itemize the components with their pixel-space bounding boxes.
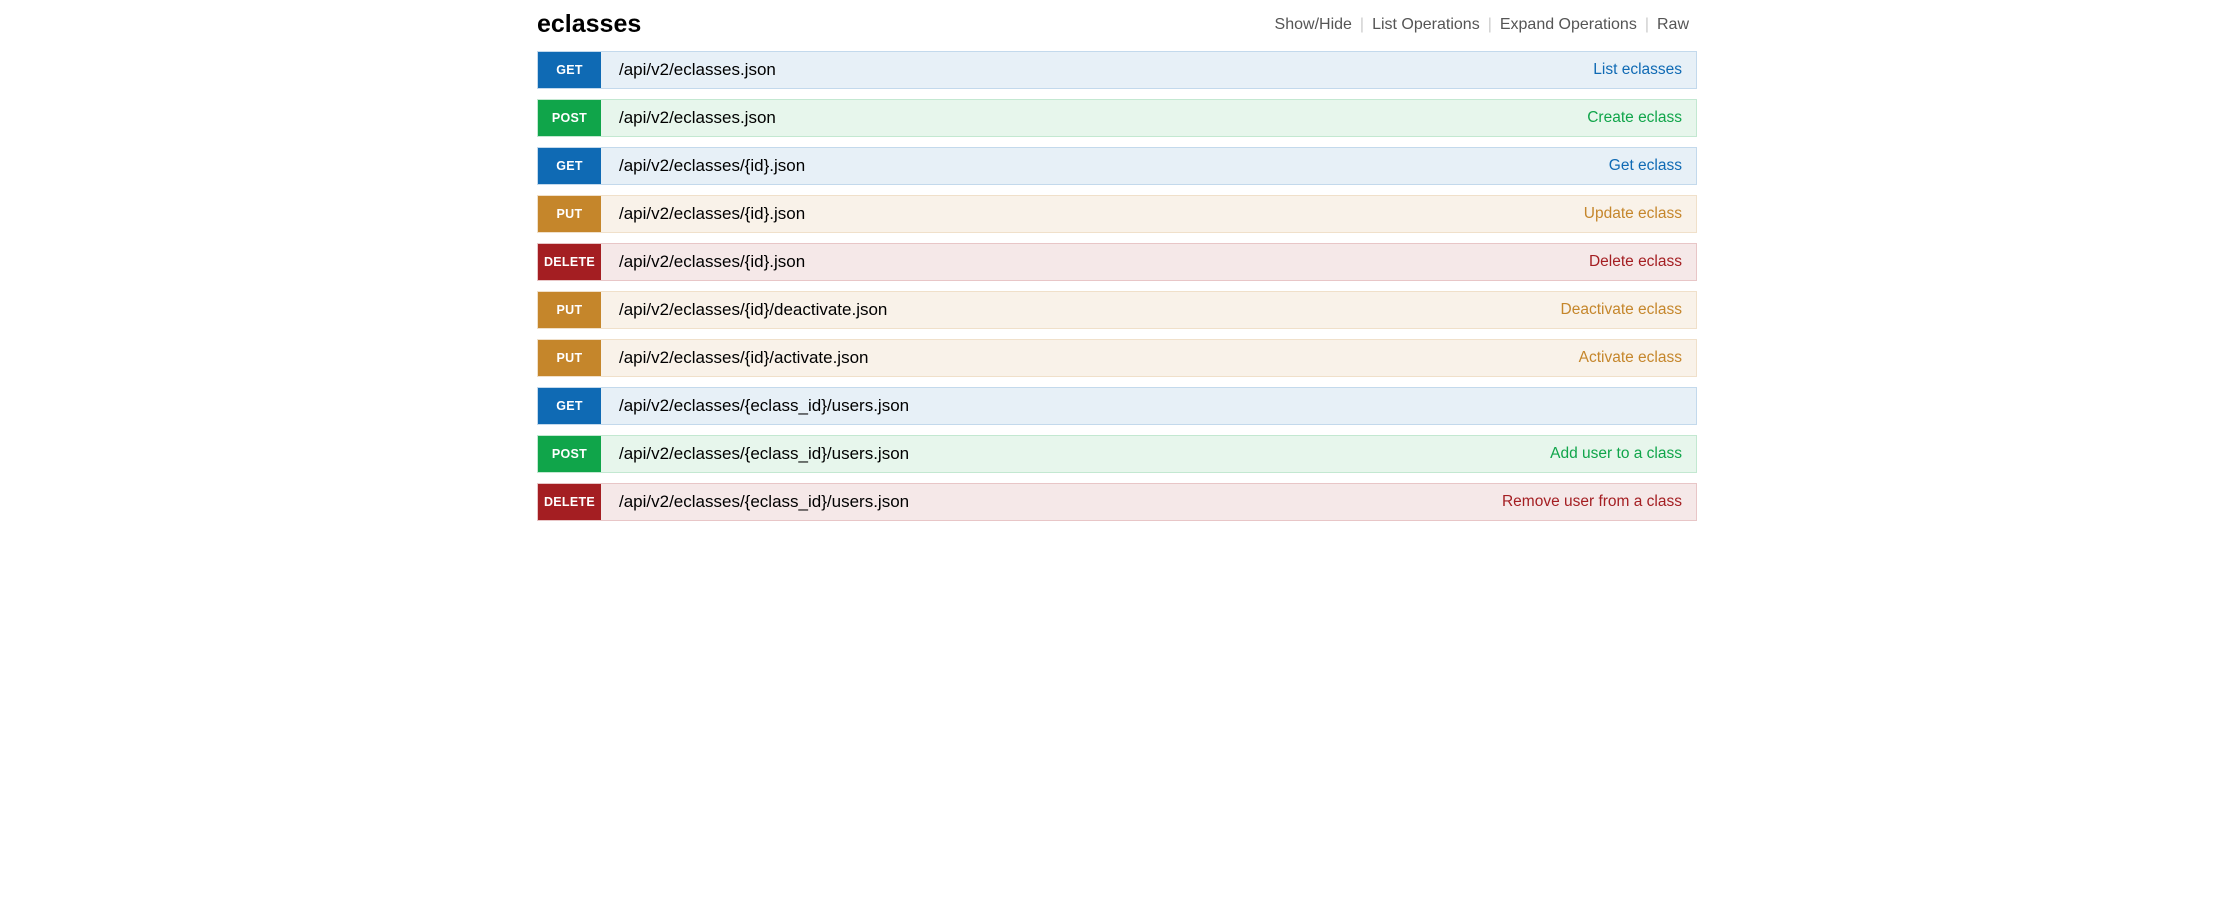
http-method-badge[interactable]: POST bbox=[538, 100, 601, 136]
spacer bbox=[805, 148, 1609, 184]
http-method-badge[interactable]: PUT bbox=[538, 340, 601, 376]
raw-link[interactable]: Raw bbox=[1649, 16, 1697, 34]
http-method-badge[interactable]: PUT bbox=[538, 196, 601, 232]
spacer bbox=[805, 196, 1584, 232]
http-method-badge[interactable]: DELETE bbox=[538, 244, 601, 280]
endpoint-path[interactable]: /api/v2/eclasses/{id}/deactivate.json bbox=[601, 292, 887, 328]
http-method-badge[interactable]: GET bbox=[538, 148, 601, 184]
endpoint-summary[interactable]: Add user to a class bbox=[1550, 436, 1696, 472]
endpoint-summary[interactable]: Update eclass bbox=[1584, 196, 1696, 232]
endpoint-path[interactable]: /api/v2/eclasses/{eclass_id}/users.json bbox=[601, 388, 909, 424]
spacer bbox=[909, 484, 1502, 520]
spacer bbox=[909, 388, 1682, 424]
endpoint-summary[interactable]: Delete eclass bbox=[1589, 244, 1696, 280]
endpoint-summary[interactable]: Deactivate eclass bbox=[1561, 292, 1696, 328]
endpoint-row[interactable]: DELETE/api/v2/eclasses/{eclass_id}/users… bbox=[537, 483, 1697, 521]
spacer bbox=[868, 340, 1578, 376]
endpoint-summary[interactable]: Create eclass bbox=[1587, 100, 1696, 136]
endpoint-row[interactable]: GET/api/v2/eclasses/{id}.json Get eclass bbox=[537, 147, 1697, 185]
http-method-badge[interactable]: POST bbox=[538, 436, 601, 472]
resource-options: Show/Hide | List Operations | Expand Ope… bbox=[1267, 16, 1697, 34]
endpoint-row[interactable]: PUT/api/v2/eclasses/{id}.json Update ecla… bbox=[537, 195, 1697, 233]
endpoint-path[interactable]: /api/v2/eclasses/{eclass_id}/users.json bbox=[601, 436, 909, 472]
endpoints-list: GET/api/v2/eclasses.json List eclasses POS… bbox=[537, 51, 1697, 521]
endpoint-summary[interactable]: Activate eclass bbox=[1579, 340, 1696, 376]
list-operations-link[interactable]: List Operations bbox=[1364, 16, 1488, 34]
endpoint-path[interactable]: /api/v2/eclasses.json bbox=[601, 52, 776, 88]
endpoint-path[interactable]: /api/v2/eclasses.json bbox=[601, 100, 776, 136]
endpoint-summary[interactable]: List eclasses bbox=[1593, 52, 1696, 88]
show-hide-link[interactable]: Show/Hide bbox=[1267, 16, 1360, 34]
endpoint-row[interactable]: GET/api/v2/eclasses/{eclass_id}/users.js… bbox=[537, 387, 1697, 425]
endpoint-summary[interactable]: Remove user from a class bbox=[1502, 484, 1696, 520]
resource-heading[interactable]: eclasses bbox=[537, 10, 641, 39]
endpoint-path[interactable]: /api/v2/eclasses/{id}/activate.json bbox=[601, 340, 868, 376]
endpoint-summary[interactable] bbox=[1682, 388, 1696, 424]
heading-row: eclasses Show/Hide | List Operations | E… bbox=[537, 10, 1697, 39]
endpoint-path[interactable]: /api/v2/eclasses/{id}.json bbox=[601, 148, 805, 184]
endpoint-path[interactable]: /api/v2/eclasses/{id}.json bbox=[601, 244, 805, 280]
spacer bbox=[805, 244, 1589, 280]
endpoint-path[interactable]: /api/v2/eclasses/{eclass_id}/users.json bbox=[601, 484, 909, 520]
endpoint-row[interactable]: PUT/api/v2/eclasses/{id}/deactivate.json… bbox=[537, 291, 1697, 329]
endpoint-row[interactable]: POST/api/v2/eclasses.json Create eclass bbox=[537, 99, 1697, 137]
spacer bbox=[909, 436, 1550, 472]
spacer bbox=[887, 292, 1560, 328]
endpoint-row[interactable]: DELETE/api/v2/eclasses/{id}.json Delete e… bbox=[537, 243, 1697, 281]
endpoint-row[interactable]: GET/api/v2/eclasses.json List eclasses bbox=[537, 51, 1697, 89]
http-method-badge[interactable]: GET bbox=[538, 388, 601, 424]
endpoint-row[interactable]: POST/api/v2/eclasses/{eclass_id}/users.j… bbox=[537, 435, 1697, 473]
endpoint-row[interactable]: PUT/api/v2/eclasses/{id}/activate.json Ac… bbox=[537, 339, 1697, 377]
endpoint-path[interactable]: /api/v2/eclasses/{id}.json bbox=[601, 196, 805, 232]
http-method-badge[interactable]: GET bbox=[538, 52, 601, 88]
expand-operations-link[interactable]: Expand Operations bbox=[1492, 16, 1645, 34]
api-resource-container: eclasses Show/Hide | List Operations | E… bbox=[447, 10, 1787, 521]
http-method-badge[interactable]: DELETE bbox=[538, 484, 601, 520]
endpoint-summary[interactable]: Get eclass bbox=[1609, 148, 1696, 184]
spacer bbox=[776, 100, 1587, 136]
http-method-badge[interactable]: PUT bbox=[538, 292, 601, 328]
spacer bbox=[776, 52, 1593, 88]
